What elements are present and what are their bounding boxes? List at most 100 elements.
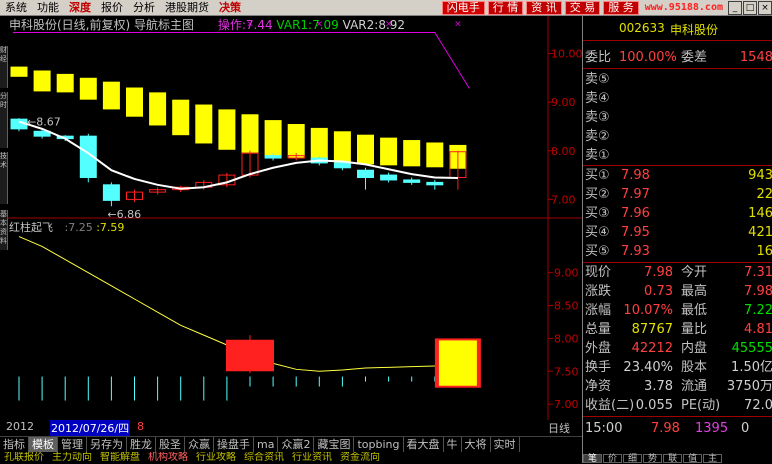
candle-body: [426, 181, 444, 186]
yellow-bar: [380, 137, 398, 166]
yellow-bar: [241, 114, 259, 153]
menu-analysis[interactable]: 分析: [128, 0, 160, 15]
menu-function[interactable]: 功能: [32, 0, 64, 15]
main-pane: 7.008.009.0010.00× × × ×←8.67←6.86: [10, 20, 582, 221]
legend-var1: VAR1:7.09: [276, 18, 339, 32]
quote-tab-3[interactable]: 势: [643, 454, 663, 464]
weibi-row: 委比 100.00% 委差 1548: [583, 48, 772, 68]
nav-link-4[interactable]: 行业攻略: [192, 452, 240, 463]
weibi-value: 100.00%: [619, 50, 677, 65]
buy-row: 买① 7.98 943: [583, 166, 772, 186]
period-label[interactable]: 日线: [548, 420, 570, 436]
stat-label: 外盘: [585, 341, 612, 356]
stat-value-2: 45555: [731, 341, 772, 356]
tab-topbing[interactable]: topbing: [354, 437, 404, 453]
quote-tabs: 笔 价 细 势 联 值 主: [583, 454, 772, 464]
y-tick-label: 9.00: [554, 267, 579, 280]
tab-manage[interactable]: 管理: [58, 437, 87, 453]
tick-price: 7.98: [651, 421, 680, 436]
tab-zhongying[interactable]: 众赢: [185, 437, 214, 453]
market-button[interactable]: 行 情: [487, 0, 524, 15]
tab-ma[interactable]: ma: [254, 437, 279, 453]
stat-row: 涨幅 10.07% 最低 7.22: [583, 301, 772, 321]
quote-tab-4[interactable]: 联: [663, 454, 683, 464]
tab-treasure-map[interactable]: 藏宝图: [314, 437, 355, 453]
stat-label-2: 流通: [681, 379, 708, 394]
stat-value-2: 7.31: [744, 265, 772, 280]
nav-link-1[interactable]: 主力动向: [48, 452, 96, 463]
nav-link-3[interactable]: 机构攻略: [144, 452, 192, 463]
stat-value-2: 72.0: [744, 398, 772, 413]
stat-row: 外盘 42212 内盘 45555: [583, 339, 772, 359]
quote-tab-1[interactable]: 价: [603, 454, 623, 464]
flash-trade-button[interactable]: 闪电手: [441, 0, 485, 15]
nav-link-7[interactable]: 资金流向: [336, 452, 384, 463]
date-selected[interactable]: 2012/07/26/四: [50, 420, 131, 436]
tab-realtime[interactable]: 实时: [491, 437, 520, 453]
left-sidebar: 财经 分时 技术 基本资料: [0, 16, 8, 436]
nav-link-6[interactable]: 行业资讯: [288, 452, 336, 463]
red-bar-inner: [438, 340, 477, 386]
stat-value-2: 1.50亿: [731, 360, 772, 375]
nav-link-0[interactable]: 孔联报价: [0, 452, 48, 463]
yellow-bar: [126, 87, 143, 117]
main-chart-title: 申科股份(日线,前复权) 导航标主图 操作:7.44 VAR1:7.09 VAR…: [9, 16, 405, 33]
menu-system[interactable]: 系统: [0, 0, 32, 15]
weicha-value: 1548: [739, 50, 772, 65]
buy-row: 买④ 7.95 421: [583, 223, 772, 243]
stat-value: 10.07%: [623, 303, 673, 318]
tab-shenglong[interactable]: 胜龙: [127, 437, 156, 453]
tab-general[interactable]: 大将: [462, 437, 491, 453]
stat-row: 换手 23.40% 股本 1.50亿: [583, 358, 772, 378]
stat-label: 涨幅: [585, 303, 612, 318]
date-bar: 2012 2012/07/26/四 8 日线: [6, 420, 582, 436]
buy-row: 买② 7.97 22: [583, 185, 772, 205]
yellow-bar: [333, 131, 351, 163]
quote-tab-6[interactable]: 主: [703, 454, 723, 464]
tab-trader[interactable]: 操盘手: [214, 437, 254, 453]
stat-value: 0.73: [644, 284, 673, 299]
tab-template[interactable]: 模板: [29, 437, 58, 453]
tab-market[interactable]: 看大盘: [404, 437, 444, 453]
nav-link-2[interactable]: 智能解盘: [96, 452, 144, 463]
y-tick-label: 8.00: [554, 332, 579, 345]
menu-quote[interactable]: 报价: [96, 0, 128, 15]
buy-row: 买⑤ 7.93 16: [583, 242, 772, 262]
minimize-icon[interactable]: _: [728, 0, 742, 15]
close-icon[interactable]: ×: [758, 0, 772, 15]
divider: [583, 68, 772, 69]
buy-label: 买①: [585, 168, 610, 183]
y-tick-label: 8.00: [551, 145, 576, 158]
stat-row: 净资 3.78 流通 3750万: [583, 377, 772, 397]
tab-gusheng[interactable]: 股圣: [156, 437, 185, 453]
menu-decision[interactable]: 决策: [214, 0, 246, 15]
news-button[interactable]: 资 讯: [526, 0, 562, 15]
sell-label: 卖③: [585, 110, 610, 125]
tab-bull[interactable]: 牛: [444, 437, 462, 453]
service-button[interactable]: 服 务: [603, 0, 639, 15]
menu-buttons: 闪电手 行 情 资 讯 交 易 服 务 www.95188.com _ □ ×: [439, 0, 772, 15]
trade-button[interactable]: 交 易: [564, 0, 601, 15]
stat-value-2: 7.22: [744, 303, 772, 318]
stat-label-2: 最高: [681, 284, 708, 299]
stat-label: 收益(二): [585, 398, 635, 413]
y-tick-label: 8.50: [554, 300, 579, 313]
quote-tab-5[interactable]: 值: [683, 454, 703, 464]
tab-indicator[interactable]: 指标: [0, 437, 29, 453]
y-tick-label: 10.00: [551, 47, 582, 60]
candle-body: [102, 184, 120, 201]
nav-links-bar: 孔联报价 主力动向 智能解盘 机构攻略 行业攻略 综合资讯 行业资讯 资金流向: [0, 452, 582, 463]
chart-area[interactable]: 7.00 8.00 9.00 10.00 × × × × ←8.67 ←6.86 7.00 7.50…: [6, 16, 582, 436]
tab-save-as[interactable]: 另存为: [87, 437, 127, 453]
tick-time: 15:00: [585, 421, 623, 436]
buy-price: 7.97: [621, 187, 650, 202]
quote-header: 002633 申科股份: [583, 21, 772, 37]
quote-tab-0[interactable]: 笔: [583, 454, 603, 464]
menu-hk-futures[interactable]: 港股期货: [160, 0, 214, 15]
menu-depth[interactable]: 深度: [64, 0, 96, 15]
quote-tab-2[interactable]: 细: [623, 454, 643, 464]
stat-label: 换手: [585, 360, 612, 375]
maximize-icon[interactable]: □: [743, 0, 757, 15]
tab-zhongying2[interactable]: 众赢2: [278, 437, 315, 453]
nav-link-5[interactable]: 综合资讯: [240, 452, 288, 463]
